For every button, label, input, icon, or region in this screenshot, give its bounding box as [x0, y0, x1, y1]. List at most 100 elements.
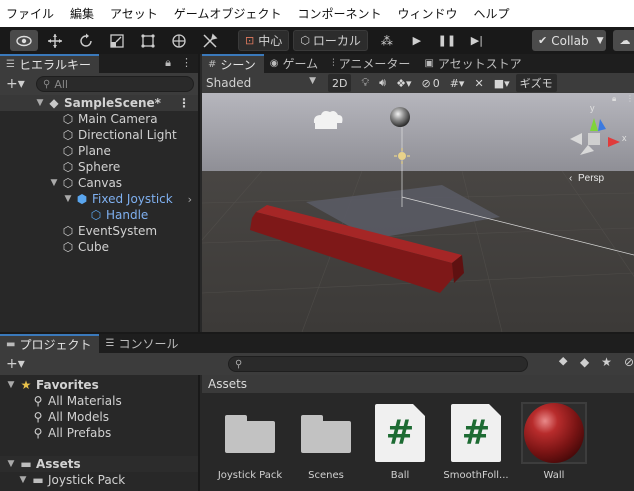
expand-arrow-icon[interactable]: ▼	[4, 459, 18, 469]
lock-icon[interactable]: 🔒︎	[612, 94, 616, 103]
hierarchy-item-eventsystem[interactable]: ⬡ EventSystem	[0, 223, 198, 239]
hidden-objects-toggle[interactable]: ⊘ 0	[418, 74, 444, 92]
hierarchy-item-fixed-joystick[interactable]: ▼ ⬢ Fixed Joystick ›	[0, 191, 198, 207]
rect-tool-icon[interactable]	[134, 30, 162, 51]
hierarchy-item-main-camera[interactable]: ⬡ Main Camera	[0, 111, 198, 127]
scene-panel: # シーン ◉ ゲーム ⫶ アニメーター ▣ アセットストア Shaded ▼ …	[202, 54, 634, 332]
tab-game[interactable]: ◉ ゲーム	[264, 54, 326, 73]
tab-animator[interactable]: ⫶ アニメーター	[326, 54, 418, 73]
check-icon: ✔	[538, 34, 548, 47]
collab-button[interactable]: ✔ Collab ▼	[532, 30, 606, 51]
asset-joystick-pack[interactable]: Joystick Pack	[212, 402, 288, 488]
effects-toggle-icon[interactable]: ❖▾	[392, 74, 415, 92]
expand-arrow-icon[interactable]: ▼	[16, 475, 30, 485]
asset-label: SmoothFoll...	[443, 470, 509, 481]
filter-by-type-icon[interactable]: ⯁	[558, 355, 568, 370]
transform-tool-icon[interactable]	[165, 30, 193, 51]
expand-arrow-icon[interactable]: ▼	[4, 380, 18, 390]
folder-item-joystick-pack[interactable]: ▼ ▬ Joystick Pack	[0, 472, 198, 488]
hierarchy-item-canvas[interactable]: ▼ ⬡ Canvas	[0, 175, 198, 191]
menu-component[interactable]: コンポーネント	[297, 5, 381, 22]
persp-icon: ‹	[569, 173, 572, 184]
lock-icon[interactable]: 🔒︎	[165, 56, 171, 70]
pivot-toggle[interactable]: ⊡ 中心	[238, 30, 290, 51]
camera-settings-icon[interactable]: ■▾	[490, 74, 514, 92]
hierarchy-item-sphere[interactable]: ⬡ Sphere	[0, 159, 198, 175]
menu-assets[interactable]: アセット	[110, 5, 158, 22]
favorite-item-all-prefabs[interactable]: ⚲ All Prefabs	[0, 425, 198, 441]
view-tool-icon[interactable]	[10, 30, 38, 51]
menu-edit[interactable]: 編集	[70, 5, 94, 22]
move-tool-icon[interactable]	[41, 30, 69, 51]
menu-window[interactable]: ウィンドウ	[397, 5, 457, 22]
expand-arrow-icon[interactable]: ▼	[62, 194, 74, 204]
hidden-packages-icon[interactable]: ⊘	[624, 355, 634, 370]
favorites-row[interactable]: ▼ ★ Favorites	[0, 377, 198, 393]
favorite-star-icon[interactable]: ★	[601, 355, 612, 370]
item-label: Fixed Joystick	[92, 192, 173, 206]
rotate-tool-icon[interactable]	[72, 30, 100, 51]
hierarchy-search-input[interactable]: ⚲ All	[36, 76, 194, 92]
lighting-toggle-icon[interactable]: 💡︎	[357, 74, 373, 92]
shading-mode-dropdown[interactable]: Shaded ▼	[202, 76, 322, 90]
chevron-right-icon[interactable]: ›	[188, 193, 192, 206]
custom-tool-icon[interactable]	[196, 30, 224, 51]
assets-root-row[interactable]: ▼ ▬ Assets	[0, 456, 198, 472]
grid-snap-icon[interactable]: ⁂	[372, 30, 402, 51]
expand-arrow-icon[interactable]: ▼	[48, 178, 60, 188]
audio-toggle-icon[interactable]: 🔊︎	[375, 74, 390, 92]
menu-help[interactable]: ヘルプ	[473, 5, 509, 22]
gizmos-dropdown[interactable]: ギズモ	[515, 74, 557, 92]
scene-canvas[interactable]: y x Persp ‹ 🔒︎ ⋮	[202, 93, 634, 332]
gameobject-icon: ⬡	[62, 224, 74, 238]
project-search-input[interactable]: ⚲	[228, 356, 528, 372]
more-options-icon[interactable]: ⋮	[626, 94, 634, 103]
tools-toggle-icon[interactable]: ✕	[470, 74, 487, 92]
asset-smoothfollow-script[interactable]: # SmoothFoll...	[438, 402, 514, 488]
tab-project[interactable]: ▬ プロジェクト	[0, 334, 100, 353]
gizmo-center-cube[interactable]	[588, 133, 600, 145]
space-toggle[interactable]: ⬡ ローカル	[293, 30, 368, 51]
gameobject-icon: ⬡	[62, 176, 74, 190]
create-dropdown-button[interactable]: +▾	[6, 76, 30, 92]
scene-viewport[interactable]: y x Persp ‹ 🔒︎ ⋮	[202, 93, 634, 332]
step-button[interactable]: ▶|	[462, 30, 492, 51]
filter-by-label-icon[interactable]: ◆	[580, 355, 589, 370]
menu-file[interactable]: ファイル	[6, 5, 54, 22]
more-options-icon[interactable]: ⋮	[181, 56, 192, 70]
asset-label: Joystick Pack	[217, 470, 283, 481]
hierarchy-item-handle[interactable]: ⬡ Handle	[0, 207, 198, 223]
folder-icon: ▬	[20, 457, 32, 471]
project-asset-grid: Assets Joystick Pack Scenes # Ball # Smo…	[202, 375, 634, 491]
play-button[interactable]: ▶	[402, 30, 432, 51]
scale-tool-icon[interactable]	[103, 30, 131, 51]
prefab-icon: ⬡	[90, 208, 102, 222]
project-tab-strip: ▬ プロジェクト ☰ コンソール	[0, 334, 634, 353]
cloud-icon[interactable]: ☁	[613, 30, 634, 51]
create-asset-dropdown[interactable]: +▾	[6, 356, 30, 372]
asset-scenes[interactable]: Scenes	[288, 402, 364, 488]
asset-wall-material[interactable]: Wall	[516, 402, 592, 488]
folder-label: Joystick Pack	[48, 473, 126, 487]
tab-asset-store[interactable]: ▣ アセットストア	[418, 54, 529, 73]
sphere-object[interactable]	[390, 107, 410, 127]
favorite-item-all-materials[interactable]: ⚲ All Materials	[0, 393, 198, 409]
expand-arrow-icon[interactable]: ▼	[34, 98, 46, 108]
scene-row[interactable]: ▼ ◆ SampleScene* ⋮	[0, 95, 198, 111]
scene-name: SampleScene*	[64, 96, 161, 110]
hierarchy-item-plane[interactable]: ⬡ Plane	[0, 143, 198, 159]
grid-toggle-icon[interactable]: #▾	[446, 74, 469, 92]
tab-console[interactable]: ☰ コンソール	[99, 334, 186, 353]
hierarchy-item-cube[interactable]: ⬡ Cube	[0, 239, 198, 255]
hierarchy-item-directional-light[interactable]: ⬡ Directional Light	[0, 127, 198, 143]
tab-scene[interactable]: # シーン	[202, 54, 264, 73]
favorite-item-all-models[interactable]: ⚲ All Models	[0, 409, 198, 425]
toggle-2d-button[interactable]: 2D	[328, 74, 352, 92]
scene-menu-icon[interactable]: ⋮	[178, 96, 190, 110]
persp-label[interactable]: Persp	[578, 173, 605, 184]
pause-button[interactable]: ❚❚	[432, 30, 462, 51]
asset-ball-script[interactable]: # Ball	[362, 402, 438, 488]
menu-gameobject[interactable]: ゲームオブジェクト	[174, 5, 282, 22]
tab-hierarchy[interactable]: ☰ ヒエラルキー	[0, 54, 99, 73]
assets-breadcrumb-label[interactable]: Assets	[208, 377, 247, 391]
